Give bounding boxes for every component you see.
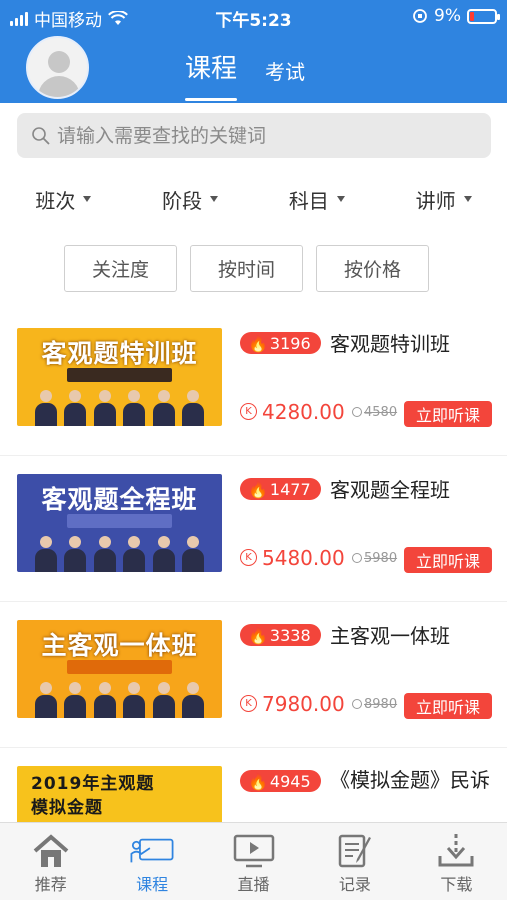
avatar[interactable] [26,36,89,99]
course-icon [130,831,174,871]
status-bar: 中国移动 下午5:23 9% [0,0,507,32]
bottom-tab-bar: 推荐 课程 直播 记录 下载 [0,822,507,900]
tab-label: 推荐 [34,875,67,894]
popularity-badge: 🔥 4945 [240,770,321,792]
caret-down-icon [210,196,219,202]
live-icon [232,831,276,871]
record-icon [333,831,377,871]
filter-label: 科目 [288,188,329,213]
original-price: 5980 [352,551,397,566]
flame-icon: 🔥 [248,333,268,353]
course-thumbnail[interactable]: 客观题特训班 [17,328,222,426]
filter-class[interactable]: 班次 [35,185,92,214]
listen-now-button[interactable]: 立即听课 [404,693,492,719]
course-title[interactable]: 客观题全程班 [330,474,450,503]
battery-icon [467,8,500,24]
filter-label: 讲师 [415,188,456,213]
original-price: 8980 [352,697,397,712]
course-title[interactable]: 客观题特训班 [330,328,450,357]
caret-down-icon [83,196,92,202]
flame-icon: 🔥 [248,625,268,645]
course-price: 7980.00 [262,692,345,716]
course-item[interactable]: 客观题全程班 🔥 1477 客观题全程班 K 5480.00 5980 立即听课 [0,456,507,602]
course-item[interactable]: 客观题特训班 🔥 3196 客观题特训班 K 4280.00 4580 立即听课 [0,310,507,456]
thumbnail-title: 主客观一体班 [41,631,198,660]
course-thumbnail[interactable]: 客观题全程班 [17,474,222,572]
header-tabs: 课程 考试 [185,48,305,101]
sort-by-price-button[interactable]: 按价格 [316,245,429,292]
course-item[interactable]: 主客观一体班 🔥 3338 主客观一体班 K 7980.00 8980 立即听课 [0,602,507,748]
original-price: 4580 [352,405,397,420]
popularity-badge: 🔥 3196 [240,332,321,354]
filter-label: 阶段 [162,188,203,213]
rotation-lock-icon [413,9,427,23]
search-box[interactable] [17,113,491,158]
tab-live[interactable]: 直播 [203,823,304,900]
course-price: 5480.00 [262,546,345,570]
download-icon [434,831,478,871]
filter-label: 班次 [35,188,76,213]
thumbnail-title: 客观题特训班 [41,339,198,368]
home-icon [29,831,73,871]
tab-recommend[interactable]: 推荐 [0,823,101,900]
battery-percent: 9% [434,6,461,26]
sort-bar: 关注度 按时间 按价格 [64,245,429,292]
caret-down-icon [463,196,472,202]
coin-icon: K [240,549,257,566]
listen-now-button[interactable]: 立即听课 [404,547,492,573]
tab-label: 课程 [136,875,169,894]
coin-icon: K [240,695,257,712]
caret-down-icon [336,196,345,202]
tab-label: 下载 [440,875,473,894]
popularity-badge: 🔥 3338 [240,624,321,646]
course-title[interactable]: 《模拟金题》民诉 [330,766,500,794]
course-thumbnail[interactable]: 主客观一体班 [17,620,222,718]
tab-record[interactable]: 记录 [304,823,405,900]
tab-label: 记录 [338,875,371,894]
course-list: 客观题特训班 🔥 3196 客观题特训班 K 4280.00 4580 立即听课 … [0,310,507,894]
search-area [0,103,507,165]
coin-icon: K [240,403,257,420]
thumbnail-title: 2019年主观题 模拟金题 [31,774,155,818]
course-price: 4280.00 [262,400,345,424]
top-header: 中国移动 下午5:23 9% 课程 考试 [0,0,507,103]
course-title[interactable]: 主客观一体班 [330,620,450,649]
popularity-badge: 🔥 1477 [240,478,321,500]
filter-bar: 班次 阶段 科目 讲师 [0,170,507,228]
listen-now-button[interactable]: 立即听课 [404,401,492,427]
search-input[interactable] [57,124,457,147]
tab-exam[interactable]: 考试 [265,56,305,85]
tab-label: 直播 [237,875,270,894]
sort-by-popularity-button[interactable]: 关注度 [64,245,177,292]
filter-subject[interactable]: 科目 [289,185,345,214]
flame-icon: 🔥 [248,479,268,499]
filter-stage[interactable]: 阶段 [162,185,219,214]
filter-teacher[interactable]: 讲师 [416,185,472,214]
search-icon [32,126,50,145]
tab-download[interactable]: 下载 [406,823,507,900]
flame-icon: 🔥 [248,771,268,791]
tab-course[interactable]: 课程 [185,48,238,101]
thumbnail-title: 客观题全程班 [41,485,198,514]
sort-by-time-button[interactable]: 按时间 [190,245,303,292]
tab-course-bottom[interactable]: 课程 [101,823,202,900]
